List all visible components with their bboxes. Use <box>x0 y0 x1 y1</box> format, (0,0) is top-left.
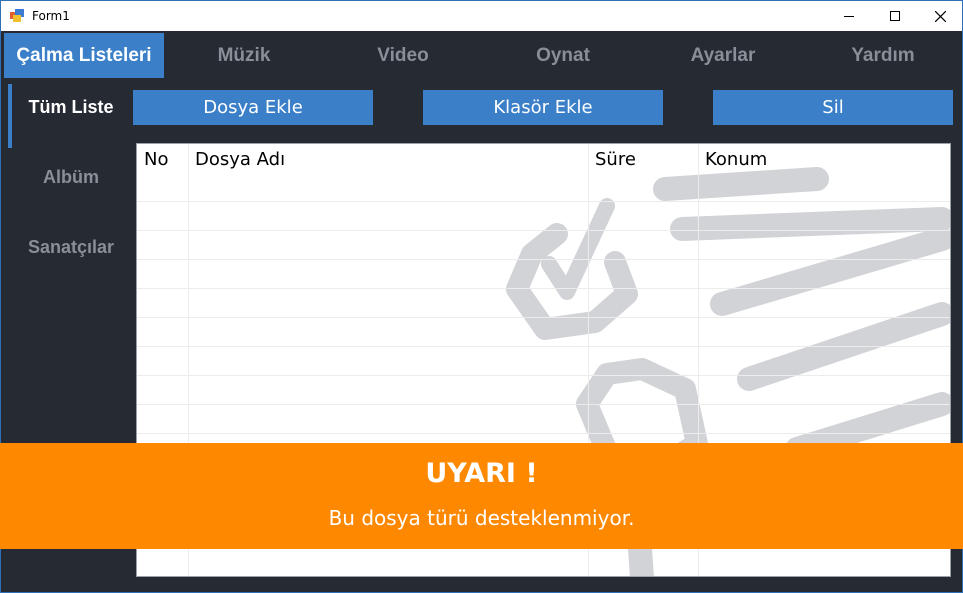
sidebar-item-artists[interactable]: Sanatçılar <box>13 225 129 270</box>
row-divider <box>137 230 950 231</box>
sidebar-active-indicator <box>8 84 12 148</box>
delete-button[interactable]: Sil <box>713 90 953 125</box>
tab-help[interactable]: Yardım <box>803 33 963 78</box>
sidebar-item-album[interactable]: Albüm <box>13 155 129 200</box>
maximize-icon <box>890 11 900 21</box>
minimize-button[interactable] <box>826 1 872 31</box>
tab-video[interactable]: Video <box>323 33 483 78</box>
column-header-location[interactable]: Konum <box>698 144 948 174</box>
table-header: No Dosya Adı Süre Konum <box>137 144 950 174</box>
tab-music[interactable]: Müzik <box>164 33 324 78</box>
row-divider <box>137 404 950 405</box>
row-divider <box>137 201 950 202</box>
row-divider <box>137 433 950 434</box>
sidebar-item-all-list[interactable]: Tüm Liste <box>13 85 129 130</box>
minimize-icon <box>844 16 854 17</box>
row-divider <box>137 375 950 376</box>
window-title: Form1 <box>32 9 70 23</box>
top-navigation: Çalma Listeleri Müzik Video Oynat Ayarla… <box>4 33 962 79</box>
add-folder-button[interactable]: Klasör Ekle <box>423 90 663 125</box>
column-header-duration[interactable]: Süre <box>588 144 698 174</box>
close-icon <box>934 10 946 22</box>
tab-settings[interactable]: Ayarlar <box>643 33 803 78</box>
row-divider <box>137 288 950 289</box>
maximize-button[interactable] <box>872 1 918 31</box>
tab-playlists[interactable]: Çalma Listeleri <box>4 33 164 78</box>
app-icon <box>10 9 24 22</box>
warning-notification[interactable]: UYARI ! Bu dosya türü desteklenmiyor. <box>0 443 963 549</box>
column-header-no[interactable]: No <box>137 144 189 174</box>
row-divider <box>137 317 950 318</box>
close-button[interactable] <box>917 1 963 31</box>
warning-message: Bu dosya türü desteklenmiyor. <box>328 506 635 530</box>
row-divider <box>137 346 950 347</box>
row-divider <box>137 259 950 260</box>
add-file-button[interactable]: Dosya Ekle <box>133 90 373 125</box>
title-bar: Form1 <box>0 0 963 31</box>
column-header-file-name[interactable]: Dosya Adı <box>188 144 588 174</box>
warning-title: UYARI ! <box>425 458 538 489</box>
tab-play[interactable]: Oynat <box>483 33 643 78</box>
